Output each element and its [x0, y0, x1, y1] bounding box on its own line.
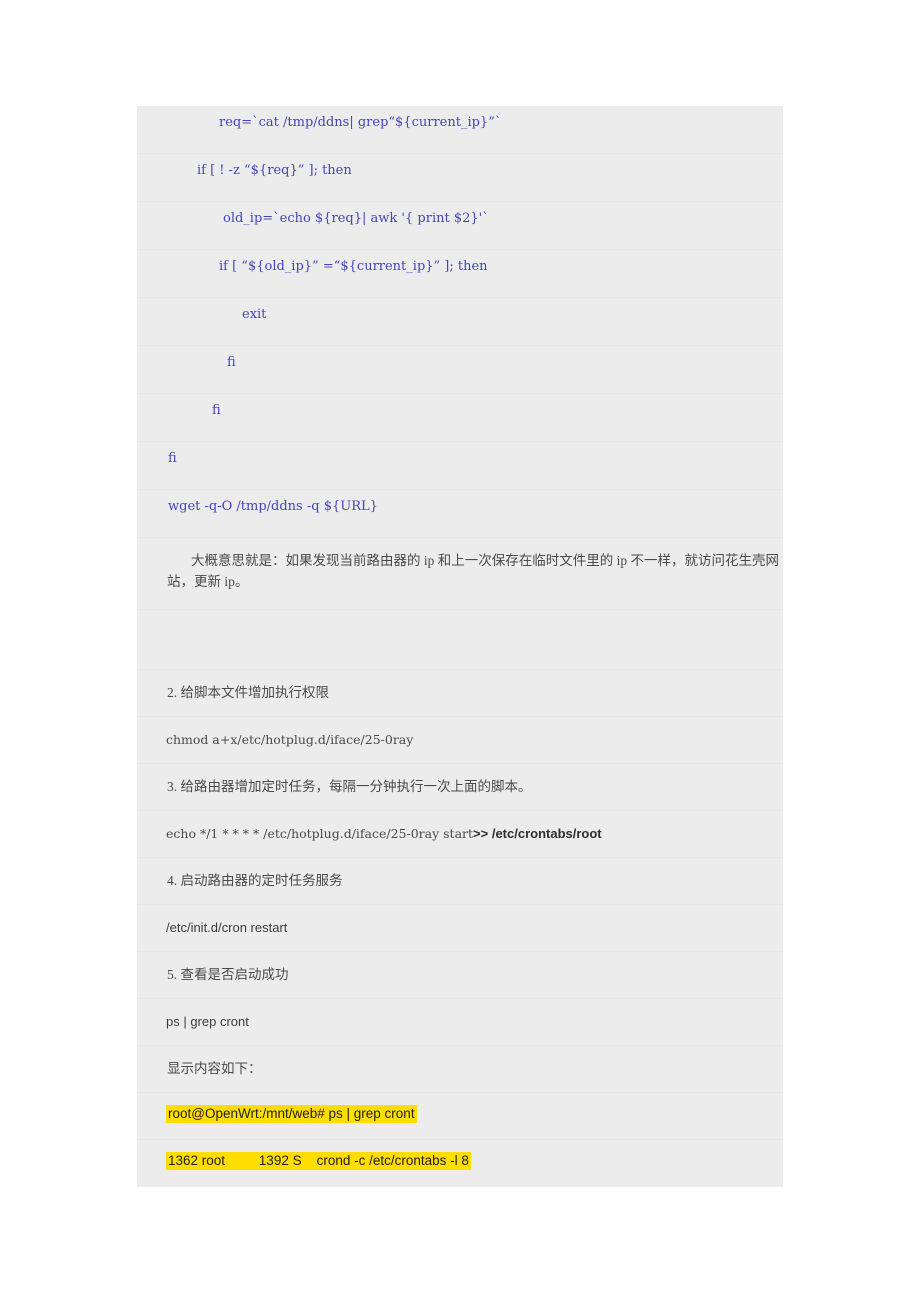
output-label: 显示内容如下：	[137, 1046, 783, 1093]
step-command-5: ps | grep cront	[137, 999, 783, 1046]
step-command-3-redirect: >> /etc/crontabs/root	[473, 826, 602, 841]
code-line: fi	[137, 346, 783, 394]
step-heading-3: 3. 给路由器增加定时任务，每隔一分钟执行一次上面的脚本。	[137, 764, 783, 811]
code-line: req=`cat /tmp/ddns| grep“${current_ip}”`	[137, 106, 783, 154]
code-line: if [ “${old_ip}” =“${current_ip}” ]; the…	[137, 250, 783, 298]
paragraph-spacer	[137, 610, 783, 670]
step-command-4: /etc/init.d/cron restart	[137, 905, 783, 952]
terminal-output-line: root@OpenWrt:/mnt/web# ps | grep cront	[137, 1093, 783, 1140]
step-heading-2: 2. 给脚本文件增加执行权限	[137, 670, 783, 717]
terminal-output-text: root@OpenWrt:/mnt/web# ps | grep cront	[166, 1105, 417, 1123]
terminal-output-line: 1362 root 1392 S crond -c /etc/crontabs …	[137, 1140, 783, 1187]
step-command-3-prefix: echo */1 * * * * /etc/hotplug.d/iface/25…	[166, 826, 474, 841]
code-line: fi	[137, 394, 783, 442]
code-line: wget -q-O /tmp/ddns -q ${URL}	[137, 490, 783, 538]
step-heading-4: 4. 启动路由器的定时任务服务	[137, 858, 783, 905]
step-command-2: chmod a+x/etc/hotplug.d/iface/25-0ray	[137, 717, 783, 764]
code-line: exit	[137, 298, 783, 346]
code-line: fi	[137, 442, 783, 490]
code-line: if [ ! -z “${req}” ]; then	[137, 154, 783, 202]
terminal-output-text: 1362 root 1392 S crond -c /etc/crontabs …	[166, 1152, 471, 1170]
step-command-3: echo */1 * * * * /etc/hotplug.d/iface/25…	[137, 811, 783, 858]
step-heading-5: 5. 查看是否启动成功	[137, 952, 783, 999]
document-content-block: req=`cat /tmp/ddns| grep“${current_ip}”`…	[137, 106, 783, 1187]
code-line: old_ip=`echo ${req}| awk '{ print $2}'`	[137, 202, 783, 250]
summary-paragraph: 大概意思就是：如果发现当前路由器的 ip 和上一次保存在临时文件里的 ip 不一…	[137, 538, 783, 610]
